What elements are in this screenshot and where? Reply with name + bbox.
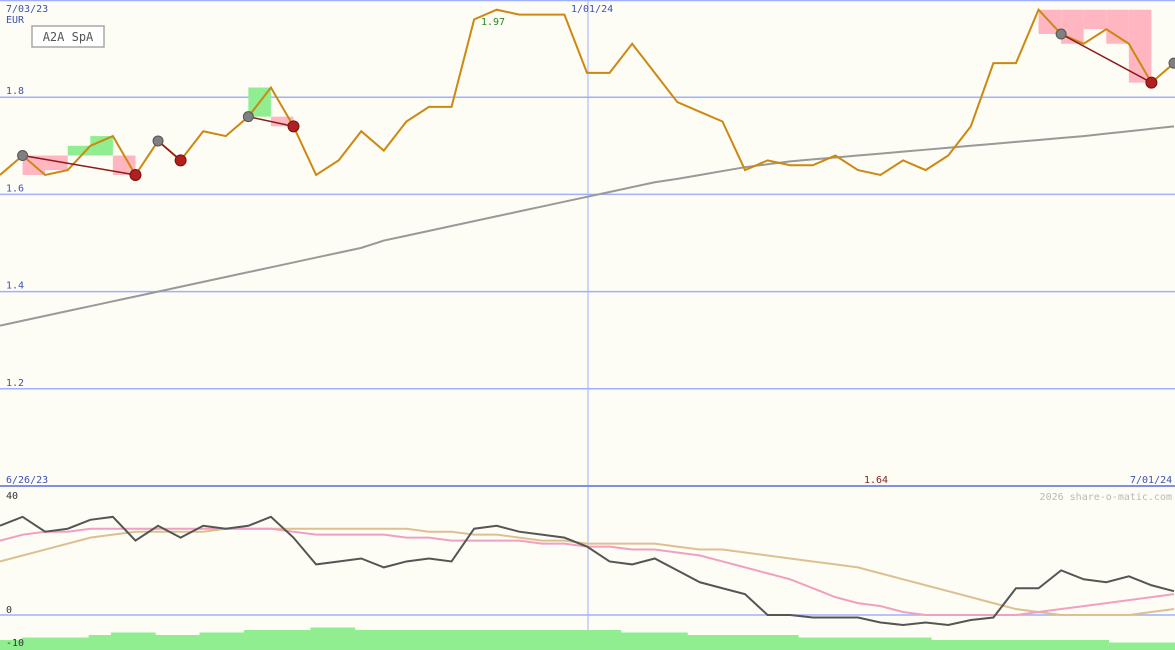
histogram-bar-15 xyxy=(332,627,356,650)
histogram-bar-32 xyxy=(709,635,733,650)
histogram-bar-9 xyxy=(199,632,223,650)
histogram-bar-6 xyxy=(133,632,156,650)
price-tick-label-0: 1.8 xyxy=(6,86,24,97)
indicator-tick-label-2: -10 xyxy=(6,638,24,649)
trade-fill-2-49 xyxy=(1106,9,1129,44)
start-date-label: 7/03/23 xyxy=(6,4,48,15)
chart-title: A2A SpA xyxy=(43,30,94,44)
histogram-bar-14 xyxy=(310,627,334,650)
entry-marker-1 xyxy=(152,135,164,147)
exit-marker-0 xyxy=(129,168,142,181)
low-value-label: 1.64 xyxy=(864,475,888,486)
histogram-bar-45 xyxy=(997,640,1021,650)
histogram-bar-21 xyxy=(465,630,489,650)
histogram-bar-20 xyxy=(443,630,467,650)
stock-chart: 7/03/23 EUR 1/01/24 1.97 A2A SpA 1.8 1.6 1… xyxy=(0,0,1175,650)
high-value-label: 1.97 xyxy=(481,17,505,28)
histogram-bar-1 xyxy=(22,637,45,650)
histogram-bar-10 xyxy=(221,632,245,650)
histogram-bar-7 xyxy=(155,635,178,650)
histogram-bar-24 xyxy=(532,630,555,650)
histogram-bar-2 xyxy=(44,637,68,650)
histogram-bar-41 xyxy=(908,637,932,650)
histogram-bar-38 xyxy=(842,637,866,650)
currency-label: EUR xyxy=(6,15,25,26)
entry-marker-3 xyxy=(1055,28,1067,40)
histogram-bar-23 xyxy=(509,630,533,650)
histogram-bar-13 xyxy=(288,630,311,650)
histogram-bar-26 xyxy=(576,630,600,650)
histogram-bar-39 xyxy=(864,637,888,650)
histogram-bar-5 xyxy=(110,632,134,650)
histogram-bar-4 xyxy=(88,635,112,650)
histogram-bar-51 xyxy=(1130,642,1154,650)
histogram-bar-25 xyxy=(554,630,577,650)
histogram-bar-49 xyxy=(1086,640,1109,650)
histogram-bar-28 xyxy=(620,632,644,650)
title-box: A2A SpA xyxy=(31,25,105,48)
price-tick-label-1: 1.6 xyxy=(6,183,24,194)
exit-marker-1 xyxy=(174,154,187,167)
histogram-bar-34 xyxy=(753,635,777,650)
histogram-bar-46 xyxy=(1019,640,1043,650)
trade-fill-0-4 xyxy=(90,136,113,156)
entry-marker-last xyxy=(1168,57,1175,69)
histogram-bar-11 xyxy=(243,630,267,650)
histogram-bar-40 xyxy=(886,637,910,650)
indicator-tick-label-1: 0 xyxy=(6,605,12,616)
watermark: 2026 share-o-matic.com xyxy=(1040,492,1172,503)
mid-date-label: 1/01/24 xyxy=(571,4,613,15)
histogram-bar-19 xyxy=(421,630,444,650)
price-tick-label-3: 1.2 xyxy=(6,378,24,389)
histogram-bar-52 xyxy=(1152,642,1175,650)
histogram-bar-44 xyxy=(975,640,999,650)
histogram-bar-43 xyxy=(953,640,976,650)
histogram-bar-16 xyxy=(354,630,378,650)
histogram-bar-8 xyxy=(177,635,201,650)
entry-marker-2 xyxy=(242,111,254,123)
histogram-bar-33 xyxy=(731,635,755,650)
histogram-bar-35 xyxy=(775,635,799,650)
histogram-bar-17 xyxy=(376,630,400,650)
histogram-bar-42 xyxy=(931,640,954,650)
histogram-bar-37 xyxy=(820,637,843,650)
histogram-bar-3 xyxy=(66,637,90,650)
entry-marker-0 xyxy=(17,150,29,162)
histogram-bar-47 xyxy=(1041,640,1065,650)
exit-marker-2 xyxy=(287,120,300,133)
histogram-bar-12 xyxy=(266,630,289,650)
end-date-label: 7/01/24 xyxy=(1130,475,1172,486)
histogram-bar-29 xyxy=(642,632,666,650)
chart-stage: 7/03/23 EUR 1/01/24 1.97 A2A SpA 1.8 1.6 1… xyxy=(0,0,1175,650)
histogram-bar-48 xyxy=(1064,640,1087,650)
histogram-bar-27 xyxy=(598,630,622,650)
histogram-bar-18 xyxy=(399,630,422,650)
exit-marker-3 xyxy=(1145,76,1158,89)
histogram-bar-36 xyxy=(798,637,821,650)
lower-start-date-label: 6/26/23 xyxy=(6,475,48,486)
price-tick-label-2: 1.4 xyxy=(6,281,24,292)
indicator-tick-label-0: 40 xyxy=(6,491,18,502)
trade-fill-2-48 xyxy=(1083,9,1107,30)
histogram-bar-31 xyxy=(687,635,710,650)
histogram-bar-30 xyxy=(665,632,688,650)
histogram-bar-22 xyxy=(487,630,511,650)
histogram-bar-50 xyxy=(1108,642,1132,650)
